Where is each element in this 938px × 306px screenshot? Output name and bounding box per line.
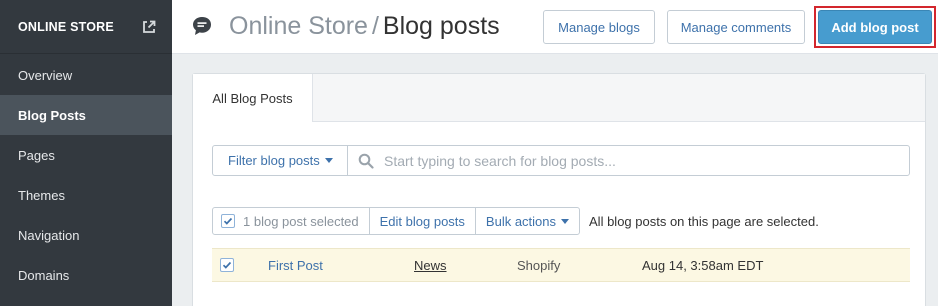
page-title: Online Store / Blog posts — [229, 12, 500, 41]
sidebar-item-navigation[interactable]: Navigation — [0, 215, 172, 255]
sidebar-item-label: Domains — [18, 267, 70, 283]
tab-all-blog-posts[interactable]: All Blog Posts — [193, 74, 313, 123]
tab-bar: All Blog Posts — [193, 74, 925, 123]
bulk-actions-dropdown[interactable]: Bulk actions — [476, 208, 579, 234]
post-author: Shopify — [517, 257, 561, 273]
select-all-checkbox[interactable] — [221, 214, 235, 228]
sidebar-item-overview[interactable]: Overview — [0, 55, 172, 95]
search-icon — [358, 153, 374, 169]
post-title-link[interactable]: First Post — [268, 258, 323, 273]
edit-blog-posts-button[interactable]: Edit blog posts — [370, 208, 476, 234]
manage-comments-button[interactable]: Manage comments — [667, 10, 805, 44]
bulk-select-toggle[interactable]: 1 blog post selected — [213, 208, 370, 234]
check-icon — [222, 261, 232, 269]
manage-blogs-button[interactable]: Manage blogs — [543, 10, 655, 44]
bulk-button-group: 1 blog post selected Edit blog posts Bul… — [212, 207, 581, 235]
page-title-text: Blog posts — [382, 12, 500, 40]
external-link-icon[interactable] — [142, 20, 156, 34]
chat-bubble-icon — [193, 17, 211, 35]
highlight-outline: Add blog post — [814, 6, 936, 48]
sidebar-item-label: Navigation — [18, 227, 80, 243]
page-header: Online Store / Blog posts Manage blogs Man… — [172, 0, 938, 54]
sidebar-title: ONLINE STORE — [18, 19, 114, 34]
blog-posts-card: All Blog Posts Filter blog posts 1 blog … — [192, 73, 926, 306]
post-blog-link[interactable]: News — [414, 258, 447, 273]
sidebar-item-label: Blog Posts — [18, 107, 86, 123]
sidebar-item-label: Themes — [18, 187, 65, 203]
sidebar-item-themes[interactable]: Themes — [0, 175, 172, 215]
selection-note: All blog posts on this page are selected… — [589, 213, 819, 229]
sidebar-item-blog-posts[interactable]: Blog Posts — [0, 95, 172, 135]
search-input[interactable] — [384, 152, 904, 169]
sidebar-item-pages[interactable]: Pages — [0, 135, 172, 175]
caret-down-icon — [324, 158, 333, 163]
selected-count-label: 1 blog post selected — [243, 213, 359, 229]
filter-blog-posts-button[interactable]: Filter blog posts — [213, 146, 348, 175]
sidebar-item-label: Pages — [18, 147, 55, 163]
caret-down-icon — [561, 218, 570, 224]
bulk-actions-label: Bulk actions — [485, 213, 557, 229]
sidebar-header: ONLINE STORE — [0, 0, 172, 54]
post-date: Aug 14, 3:58am EDT — [642, 257, 764, 273]
breadcrumb-separator: / — [371, 12, 379, 40]
row-checkbox[interactable] — [220, 258, 234, 272]
table-row[interactable]: First Post News Shopify Aug 14, 3:58am E… — [212, 248, 910, 282]
filter-button-label: Filter blog posts — [228, 153, 320, 168]
sidebar-item-label: Overview — [18, 67, 73, 83]
check-icon — [223, 217, 233, 225]
breadcrumb-online-store[interactable]: Online Store — [229, 12, 368, 40]
search-box — [348, 146, 909, 175]
add-blog-post-button[interactable]: Add blog post — [818, 10, 932, 44]
sidebar: ONLINE STORE Overview Blog Posts Pages T… — [0, 0, 172, 306]
bulk-actions-bar: 1 blog post selected Edit blog posts Bul… — [212, 207, 819, 235]
filter-bar: Filter blog posts — [212, 145, 910, 176]
sidebar-item-domains[interactable]: Domains — [0, 255, 172, 295]
